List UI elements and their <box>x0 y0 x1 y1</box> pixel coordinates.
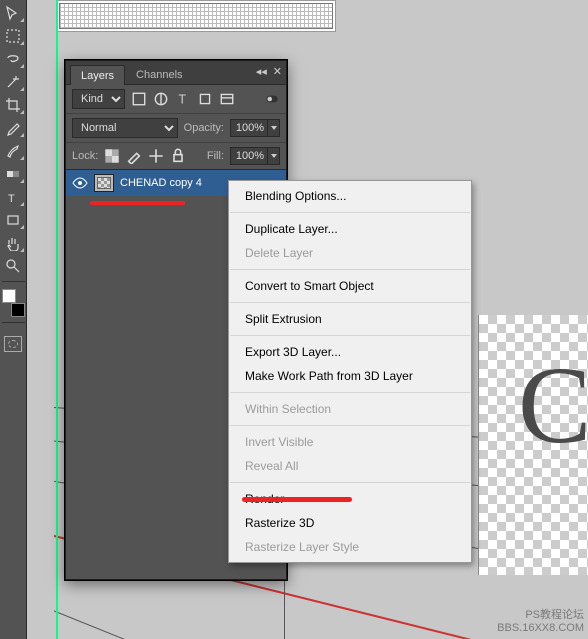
marquee-tool[interactable] <box>2 25 25 46</box>
visibility-eye-icon[interactable] <box>72 175 88 191</box>
lock-transparent-icon[interactable] <box>104 148 120 164</box>
magic-wand-tool[interactable] <box>2 71 25 92</box>
lock-all-icon[interactable] <box>170 148 186 164</box>
canvas-3d-text: C <box>518 350 588 460</box>
filter-adjust-icon[interactable] <box>153 91 169 107</box>
rectangle-tool[interactable] <box>2 209 25 230</box>
menu-rasterize-style: Rasterize Layer Style <box>229 535 471 559</box>
layer-context-menu: Blending Options... Duplicate Layer... D… <box>228 180 472 563</box>
lasso-tool[interactable] <box>2 48 25 69</box>
fill-input[interactable] <box>230 147 268 165</box>
panel-collapse-icon[interactable]: ◂◂ <box>256 65 267 78</box>
zoom-tool[interactable] <box>2 255 25 276</box>
filter-pixel-icon[interactable] <box>131 91 147 107</box>
svg-text:T: T <box>8 193 15 205</box>
menu-invert-visible: Invert Visible <box>229 430 471 454</box>
svg-text:T: T <box>178 93 186 107</box>
menu-make-work-path[interactable]: Make Work Path from 3D Layer <box>229 364 471 388</box>
menu-export-3d[interactable]: Export 3D Layer... <box>229 340 471 364</box>
tab-layers[interactable]: Layers <box>70 65 125 85</box>
watermark-line1: PS教程论坛 <box>497 609 584 622</box>
tab-channels[interactable]: Channels <box>125 64 193 84</box>
opacity-dropdown-icon[interactable] <box>268 119 280 137</box>
filter-type-icon[interactable]: T <box>175 91 191 107</box>
layer-filter-row: Kind T <box>66 85 286 114</box>
filter-kind-dropdown[interactable]: Kind <box>72 89 125 109</box>
ruler-strip <box>56 0 336 32</box>
layer-thumbnail[interactable] <box>94 174 114 192</box>
lock-row: Lock: Fill: <box>66 143 286 170</box>
background-color-swatch[interactable] <box>11 303 25 317</box>
menu-within-selection: Within Selection <box>229 397 471 421</box>
filter-smart-icon[interactable] <box>219 91 235 107</box>
annotation-underline-render <box>242 497 352 502</box>
fill-dropdown-icon[interactable] <box>268 147 280 165</box>
opacity-input[interactable] <box>230 119 268 137</box>
type-tool[interactable]: T <box>2 186 25 207</box>
menu-reveal-all: Reveal All <box>229 454 471 478</box>
lock-pixels-icon[interactable] <box>126 148 142 164</box>
move-tool[interactable] <box>2 2 25 23</box>
blend-mode-dropdown[interactable]: Normal <box>72 118 178 138</box>
foreground-color-swatch[interactable] <box>2 289 16 303</box>
filter-toggle-switch[interactable] <box>264 91 280 107</box>
menu-split-extrusion[interactable]: Split Extrusion <box>229 307 471 331</box>
filter-shape-icon[interactable] <box>197 91 213 107</box>
menu-duplicate-layer[interactable]: Duplicate Layer... <box>229 217 471 241</box>
menu-convert-smart[interactable]: Convert to Smart Object <box>229 274 471 298</box>
annotation-underline-layer <box>90 201 185 205</box>
brush-tool[interactable] <box>2 140 25 161</box>
lock-position-icon[interactable] <box>148 148 164 164</box>
color-swatches[interactable] <box>2 289 25 317</box>
blend-mode-row: Normal Opacity: <box>66 114 286 143</box>
watermark-line2: BBS.16XX8.COM <box>497 622 584 635</box>
menu-blending-options[interactable]: Blending Options... <box>229 184 471 208</box>
eyedropper-tool[interactable] <box>2 117 25 138</box>
menu-rasterize-3d[interactable]: Rasterize 3D <box>229 511 471 535</box>
watermark: PS教程论坛 BBS.16XX8.COM <box>497 609 584 635</box>
lock-label: Lock: <box>72 150 98 162</box>
fill-label: Fill: <box>207 150 224 162</box>
menu-delete-layer: Delete Layer <box>229 241 471 265</box>
gradient-tool[interactable] <box>2 163 25 184</box>
guide-line[interactable] <box>56 0 58 639</box>
panel-close-icon[interactable]: ✕ <box>273 65 282 78</box>
hand-tool[interactable] <box>2 232 25 253</box>
opacity-label: Opacity: <box>184 122 224 134</box>
quick-mask-toggle[interactable] <box>4 336 22 352</box>
crop-tool[interactable] <box>2 94 25 115</box>
tools-panel: T <box>0 0 27 639</box>
